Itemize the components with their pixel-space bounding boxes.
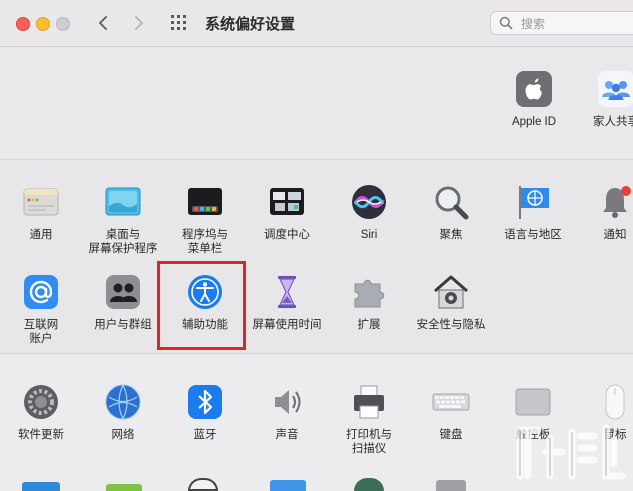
battery-icon[interactable]	[106, 484, 142, 491]
pref-bluetooth[interactable]: 蓝牙	[164, 382, 246, 442]
startup-disk-icon[interactable]	[436, 480, 466, 491]
pref-label: 扩展	[357, 319, 381, 331]
pref-users-groups[interactable]: 用户与群组	[82, 272, 164, 332]
pref-label: 程序坞与 菜单栏	[182, 229, 228, 255]
preferences-section-hardware: 软件更新 网络 蓝牙 声音 打印机与 扫描仪 键盘 触控板 鼠标	[0, 354, 633, 491]
pref-apple-id[interactable]: Apple ID	[493, 69, 575, 129]
pref-security-privacy[interactable]: 安全性与隐私	[410, 272, 492, 332]
globe-icon	[103, 382, 143, 422]
zoom-window-button[interactable]	[56, 17, 70, 31]
chevron-left-icon	[99, 16, 107, 30]
mission-control-icon	[267, 182, 307, 222]
pref-label: 聚焦	[439, 229, 463, 241]
speaker-icon	[267, 382, 307, 422]
pref-keyboard[interactable]: 键盘	[410, 382, 492, 442]
pref-label: 调度中心	[264, 229, 310, 241]
gear-icon	[21, 382, 61, 422]
close-window-button[interactable]	[16, 17, 30, 31]
pref-desktop-screensaver[interactable]: 桌面与 屏幕保护程序	[82, 182, 164, 256]
language-region-icon	[513, 182, 553, 222]
puzzle-icon	[349, 272, 389, 312]
pref-software-update[interactable]: 软件更新	[0, 382, 82, 442]
pref-label: 桌面与 屏幕保护程序	[88, 229, 158, 255]
pref-mouse[interactable]: 鼠标	[574, 382, 633, 442]
pref-printers-scanners[interactable]: 打印机与 扫描仪	[328, 382, 410, 456]
printer-icon	[349, 382, 389, 422]
pref-label: 通知	[603, 229, 627, 241]
pref-accessibility[interactable]: 辅助功能	[164, 272, 246, 332]
pref-label: 网络	[111, 429, 135, 441]
minimize-window-button[interactable]	[36, 17, 50, 31]
pref-spotlight[interactable]: 聚焦	[410, 182, 492, 242]
desktop-screensaver-icon	[103, 182, 143, 222]
pref-internet-accounts[interactable]: 互联网 账户	[0, 272, 82, 346]
pref-extensions[interactable]: 扩展	[328, 272, 410, 332]
search-input[interactable]	[519, 14, 633, 34]
clock-icon[interactable]	[188, 478, 218, 491]
pref-label: 声音	[275, 429, 299, 441]
pref-siri[interactable]: Siri	[328, 182, 410, 242]
pref-label: 互联网 账户	[23, 319, 59, 345]
users-icon	[103, 272, 143, 312]
pref-label: 键盘	[439, 429, 463, 441]
pref-label: 屏幕使用时间	[252, 319, 322, 331]
pref-label: 用户与群组	[94, 319, 152, 331]
pref-label: 蓝牙	[193, 429, 217, 441]
pref-label: 通用	[29, 229, 53, 241]
search-icon	[499, 16, 513, 30]
pref-label: 语言与地区	[504, 229, 562, 241]
dock-menubar-icon	[185, 182, 225, 222]
pref-mission-control[interactable]: 调度中心	[246, 182, 328, 242]
show-all-button[interactable]	[170, 14, 190, 32]
hourglass-icon	[267, 272, 307, 312]
account-section: Apple ID 家人共享	[0, 47, 633, 160]
pref-label: Apple ID	[511, 116, 557, 128]
back-button[interactable]	[92, 12, 114, 34]
keyboard-icon	[431, 382, 471, 422]
displays-icon[interactable]	[22, 482, 60, 491]
pref-dock-menubar[interactable]: 程序坞与 菜单栏	[164, 182, 246, 256]
accessibility-icon	[185, 272, 225, 312]
pref-sound[interactable]: 声音	[246, 382, 328, 442]
spotlight-icon	[431, 182, 471, 222]
pref-label: 触控板	[515, 429, 551, 441]
pref-label: 鼠标	[603, 429, 627, 441]
chevron-right-icon	[135, 16, 143, 30]
at-sign-icon	[21, 272, 61, 312]
general-icon	[21, 182, 61, 222]
search-field[interactable]	[490, 11, 633, 35]
siri-icon	[349, 182, 389, 222]
grid-icon	[171, 15, 186, 30]
pref-general[interactable]: 通用	[0, 182, 82, 242]
bluetooth-icon	[185, 382, 225, 422]
pref-label: 安全性与隐私	[416, 319, 486, 331]
window-title: 系统偏好设置	[205, 16, 296, 33]
folder-icon[interactable]	[270, 480, 306, 491]
pref-language-region[interactable]: 语言与地区	[492, 182, 574, 242]
pref-label: 家人共享	[593, 116, 633, 128]
pref-trackpad[interactable]: 触控板	[492, 382, 574, 442]
pref-label: 打印机与 扫描仪	[346, 429, 392, 455]
pref-family-sharing[interactable]: 家人共享	[575, 69, 633, 129]
pref-notifications[interactable]: 通知	[574, 182, 633, 242]
forward-button[interactable]	[128, 12, 150, 34]
preferences-section-personal: 通用 桌面与 屏幕保护程序 程序坞与 菜单栏 调度中心 Siri 聚焦 语言与地…	[0, 160, 633, 354]
pref-label: 辅助功能	[182, 319, 228, 331]
pref-screen-time[interactable]: 屏幕使用时间	[246, 272, 328, 332]
house-lock-icon	[431, 272, 471, 312]
pref-label: 软件更新	[18, 429, 64, 441]
family-sharing-icon	[596, 69, 633, 109]
apple-id-icon	[514, 69, 554, 109]
title-bar: 系统偏好设置	[0, 0, 633, 47]
bell-icon	[595, 182, 633, 222]
mouse-icon	[595, 382, 633, 422]
pref-label: Siri	[360, 229, 378, 241]
pref-network[interactable]: 网络	[82, 382, 164, 442]
time-machine-icon[interactable]	[354, 478, 384, 491]
trackpad-icon	[513, 382, 553, 422]
